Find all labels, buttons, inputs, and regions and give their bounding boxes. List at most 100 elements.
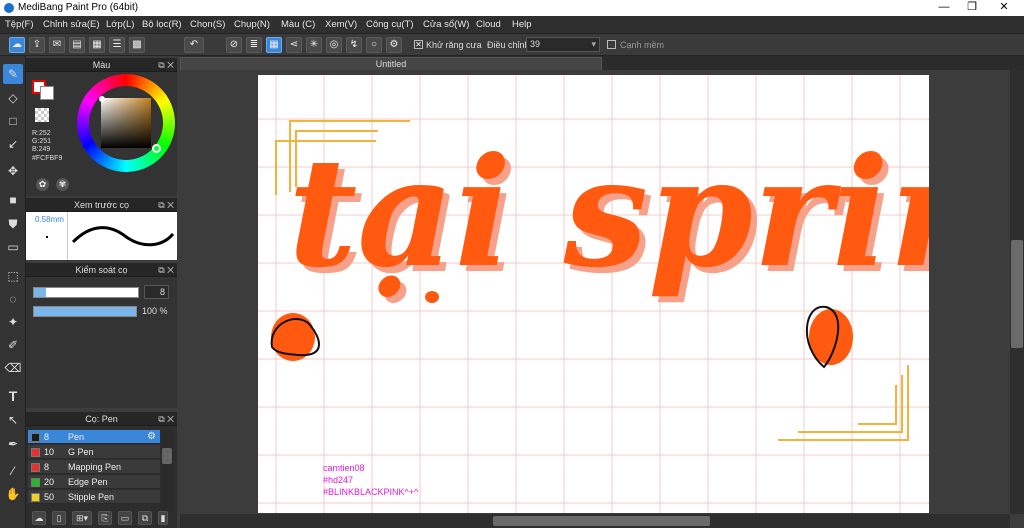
color-picker-cursor[interactable] bbox=[99, 96, 105, 102]
palette-icon[interactable]: ✿ bbox=[36, 178, 49, 191]
circle-snap-icon[interactable]: ◎ bbox=[326, 37, 342, 53]
menu-window[interactable]: Cửa sổ(W) bbox=[423, 19, 469, 30]
brush-control-panel: 8 100 % bbox=[26, 277, 177, 408]
no-snap-icon[interactable]: ⊘ bbox=[226, 37, 242, 53]
menu-edit[interactable]: Chỉnh sửa(E) bbox=[43, 19, 100, 30]
select-tool-icon[interactable]: ⬚ bbox=[3, 266, 23, 286]
brush-delete-icon[interactable]: ▮ bbox=[158, 511, 168, 525]
horizontal-scroll-thumb[interactable] bbox=[493, 516, 710, 526]
undo-icon[interactable]: ↶ bbox=[184, 37, 204, 53]
color-hex-value: #FCFBF9 bbox=[32, 155, 63, 162]
transparent-color-icon[interactable] bbox=[35, 108, 49, 122]
perspective-snap-icon[interactable]: ⋖ bbox=[286, 37, 302, 53]
hue-picker-cursor[interactable] bbox=[152, 144, 161, 153]
menu-view[interactable]: Xem(V) bbox=[325, 19, 357, 30]
brush-copy-icon[interactable]: ⎘ bbox=[98, 511, 112, 525]
gradient-tool-icon[interactable]: ▭ bbox=[3, 237, 23, 257]
antialias-checkbox[interactable]: ✕ bbox=[414, 40, 423, 49]
brush-folder-icon[interactable]: ▭ bbox=[118, 511, 132, 525]
share-icon[interactable]: ⇪ bbox=[29, 37, 45, 53]
sharp-edge-label: Cạnh mềm bbox=[620, 40, 665, 50]
menu-layer[interactable]: Lớp(L) bbox=[106, 19, 134, 30]
menu-select[interactable]: Chọn(S) bbox=[190, 19, 225, 30]
hand-tool-icon[interactable]: ✋ bbox=[3, 484, 23, 504]
close-window-button[interactable]: ✕ bbox=[988, 0, 1020, 16]
ellipse-snap-icon[interactable]: ○ bbox=[366, 37, 382, 53]
brush-preview-title: Xem trước cọ bbox=[74, 200, 129, 210]
panel-close-icon[interactable]: ⧉ ✕ bbox=[158, 412, 174, 426]
maximize-button[interactable]: ❐ bbox=[956, 0, 988, 16]
brush-duplicate-icon[interactable]: ⧉ bbox=[138, 511, 152, 525]
select-eraser-tool-icon[interactable]: ⌫ bbox=[3, 358, 23, 378]
brush-color-swatch bbox=[31, 478, 40, 487]
brush-list-header: Cọ: Pen ⧉ ✕ bbox=[26, 412, 177, 426]
secondary-color-swatch[interactable] bbox=[40, 86, 54, 100]
adjust-select[interactable]: 39 bbox=[526, 37, 600, 52]
page-icon[interactable]: ▦ bbox=[89, 37, 105, 53]
operation-tool-icon[interactable]: ↖ bbox=[3, 410, 23, 430]
brush-row-stipple-pen[interactable]: 50 Stipple Pen bbox=[28, 490, 160, 504]
bucket-tool-icon[interactable]: ⛊ bbox=[3, 214, 23, 234]
menu-tools[interactable]: Công cụ(T) bbox=[366, 19, 414, 30]
chat-icon[interactable]: ▤ bbox=[69, 37, 85, 53]
brush-size-slider[interactable] bbox=[33, 287, 139, 298]
brush-size-text: 0.58mm bbox=[35, 215, 64, 224]
menu-cloud[interactable]: Cloud bbox=[476, 19, 501, 30]
layers-list-icon[interactable]: ☰ bbox=[109, 37, 125, 53]
palette-add-icon[interactable]: ✾ bbox=[56, 178, 69, 191]
snap-settings-gear-icon[interactable]: ⚙ bbox=[386, 37, 402, 53]
grid-snap-icon[interactable]: ▦ bbox=[266, 37, 282, 53]
menu-color[interactable]: Màu (C) bbox=[281, 19, 315, 30]
blur-tool-icon[interactable]: ↙ bbox=[3, 134, 23, 154]
brush-row-edge-pen[interactable]: 20 Edge Pen bbox=[28, 475, 160, 489]
color-b-value: B:249 bbox=[32, 146, 51, 153]
sharp-edge-checkbox[interactable] bbox=[607, 40, 616, 49]
brush-row-g-pen[interactable]: 10 G Pen bbox=[28, 445, 160, 459]
brush-add-icon[interactable]: ⊞▾ bbox=[72, 511, 92, 525]
dropper-tool-icon[interactable]: ⁄ bbox=[3, 461, 23, 481]
brush-tool-icon[interactable]: ✎ bbox=[3, 64, 23, 84]
menu-file[interactable]: Tệp(F) bbox=[5, 19, 34, 30]
menu-help[interactable]: Help bbox=[512, 19, 532, 30]
panel-close-icon[interactable]: ⧉ ✕ bbox=[158, 263, 174, 277]
window-title: MediBang Paint Pro (64bit) bbox=[18, 2, 139, 13]
panel-close-icon[interactable]: ⧉ ✕ bbox=[158, 58, 174, 72]
menu-filter[interactable]: Bộ lọc(R) bbox=[142, 19, 182, 30]
brush-row-name: Pen bbox=[68, 432, 85, 442]
drawing-canvas[interactable]: tại spring tại spring camtien08 #hd247 #… bbox=[258, 75, 929, 513]
text-tool-icon[interactable]: T bbox=[3, 386, 23, 406]
brush-new-icon[interactable]: ▯ bbox=[52, 511, 66, 525]
panel-close-icon[interactable]: ⧉ ✕ bbox=[158, 198, 174, 212]
move-tool-icon[interactable]: ✥ bbox=[3, 161, 23, 181]
parallel-snap-icon[interactable]: ≣ bbox=[246, 37, 262, 53]
brush-settings-gear-icon[interactable]: ⚙ bbox=[147, 430, 156, 444]
select-pen-tool-icon[interactable]: ✐ bbox=[3, 335, 23, 355]
comment-icon[interactable]: ✉ bbox=[49, 37, 65, 53]
brush-cloud-icon[interactable]: ☁ bbox=[32, 511, 46, 525]
dot-tool-icon[interactable]: □ bbox=[3, 111, 23, 131]
eraser-tool-icon[interactable]: ◇ bbox=[3, 88, 23, 108]
magic-wand-tool-icon[interactable]: ✦ bbox=[3, 312, 23, 332]
brush-list-scrollbar[interactable] bbox=[161, 430, 173, 512]
saturation-value-square[interactable] bbox=[101, 98, 151, 148]
brush-size-value[interactable]: 8 bbox=[144, 285, 169, 299]
cloud-icon[interactable]: ☁ bbox=[9, 37, 25, 53]
brush-list-scroll-thumb[interactable] bbox=[162, 448, 172, 464]
brush-row-name: G Pen bbox=[68, 447, 94, 457]
lasso-tool-icon[interactable]: ◌ bbox=[3, 289, 23, 309]
menu-snap[interactable]: Chụp(N) bbox=[234, 19, 270, 30]
eyedropper-tool-icon[interactable]: ✒ bbox=[3, 434, 23, 454]
brush-opacity-value: 100 % bbox=[142, 306, 168, 316]
app-logo-icon bbox=[4, 3, 14, 13]
grid-view-icon[interactable]: ▩ bbox=[129, 37, 145, 53]
document-tab[interactable]: Untitled bbox=[180, 57, 602, 70]
radial-snap-icon[interactable]: ✳ bbox=[306, 37, 322, 53]
curve-snap-icon[interactable]: ↯ bbox=[346, 37, 362, 53]
brush-opacity-slider[interactable] bbox=[33, 306, 137, 317]
fill-rect-tool-icon[interactable]: ■ bbox=[3, 190, 23, 210]
brush-row-name: Mapping Pen bbox=[68, 462, 122, 472]
brush-row-mapping-pen[interactable]: 8 Mapping Pen bbox=[28, 460, 160, 474]
brush-row-pen[interactable]: 8 Pen ⚙ bbox=[28, 430, 160, 444]
vertical-scroll-thumb[interactable] bbox=[1011, 240, 1023, 348]
title-bar: MediBang Paint Pro (64bit) — ❐ ✕ bbox=[0, 0, 1024, 16]
